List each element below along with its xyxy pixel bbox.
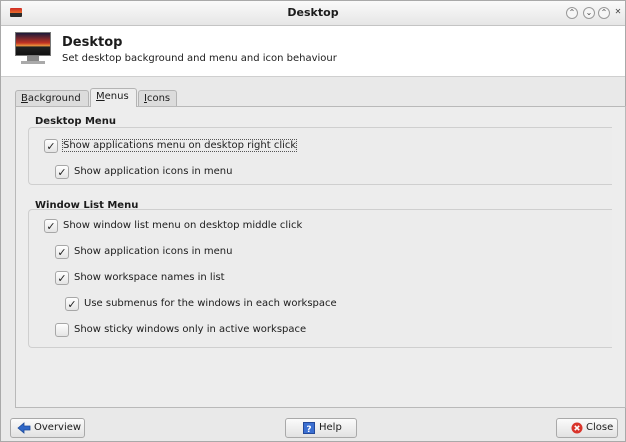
window-title: Desktop [287,6,339,19]
help-icon: ? [303,422,315,437]
help-label: Help [319,422,342,433]
option-label: Show applications menu on desktop right … [61,139,298,152]
svg-text:?: ? [306,425,311,434]
desktop-monitor-icon [15,32,51,68]
overview-label: Overview [34,422,82,433]
close-button[interactable]: Close [556,418,618,438]
checkmark-icon: ✓ [46,140,56,153]
header-subtitle: Set desktop background and menu and icon… [62,53,337,64]
checkmark-icon: ✓ [46,220,56,233]
close-label: Close [586,422,614,433]
checkmark-icon: ✓ [57,166,67,179]
checkbox[interactable]: ✓ [44,139,58,153]
close-icon [571,422,583,437]
checkbox[interactable]: ✓ [55,165,69,179]
maximize-button[interactable]: ⌃ [598,7,610,19]
menus-tab-panel: Desktop Menu ✓ Show applications menu on… [15,106,626,408]
checkmark-icon: ✓ [57,246,67,259]
tab-menus[interactable]: Menus [90,88,137,107]
chevron-down-icon: ⌄ [585,8,593,17]
option-label: Show sticky windows only in active works… [74,324,307,335]
desktop-menu-group-title: Desktop Menu [35,116,116,127]
close-window-button[interactable]: ✕ [612,7,624,19]
tab-background[interactable]: Background [15,90,89,106]
help-button[interactable]: ? Help [285,418,357,438]
option-label: Show application icons in menu [74,246,233,257]
checkmark-icon: ✓ [67,298,77,311]
checkmark-icon: ✓ [57,272,67,285]
checkbox[interactable]: ✓ [55,271,69,285]
back-arrow-icon [17,422,31,437]
checkbox[interactable]: ✓ [55,245,69,259]
close-icon: ✕ [614,7,622,16]
title-bar[interactable]: Desktop ⌃ ⌄ ⌃ ✕ [1,1,625,26]
option-label: Show workspace names in list [74,272,225,283]
checkbox[interactable]: ✓ [65,297,79,311]
dialog-header: Desktop Set desktop background and menu … [1,26,625,77]
checkbox[interactable] [55,323,69,337]
restore-button[interactable]: ⌄ [583,7,595,19]
chevron-up-icon: ⌃ [600,8,608,17]
option-label: Show window list menu on desktop middle … [63,220,303,231]
chevron-up-icon: ⌃ [568,8,576,17]
overview-button[interactable]: Overview [10,418,85,438]
checkbox[interactable]: ✓ [44,219,58,233]
option-label: Show application icons in menu [74,166,233,177]
settings-window: Desktop ⌃ ⌄ ⌃ ✕ Desktop Set desktop back… [0,0,626,442]
option-label: Use submenus for the windows in each wor… [84,298,337,309]
minimize-button[interactable]: ⌃ [566,7,578,19]
tab-icons[interactable]: Icons [138,90,177,106]
header-title: Desktop [62,35,123,50]
